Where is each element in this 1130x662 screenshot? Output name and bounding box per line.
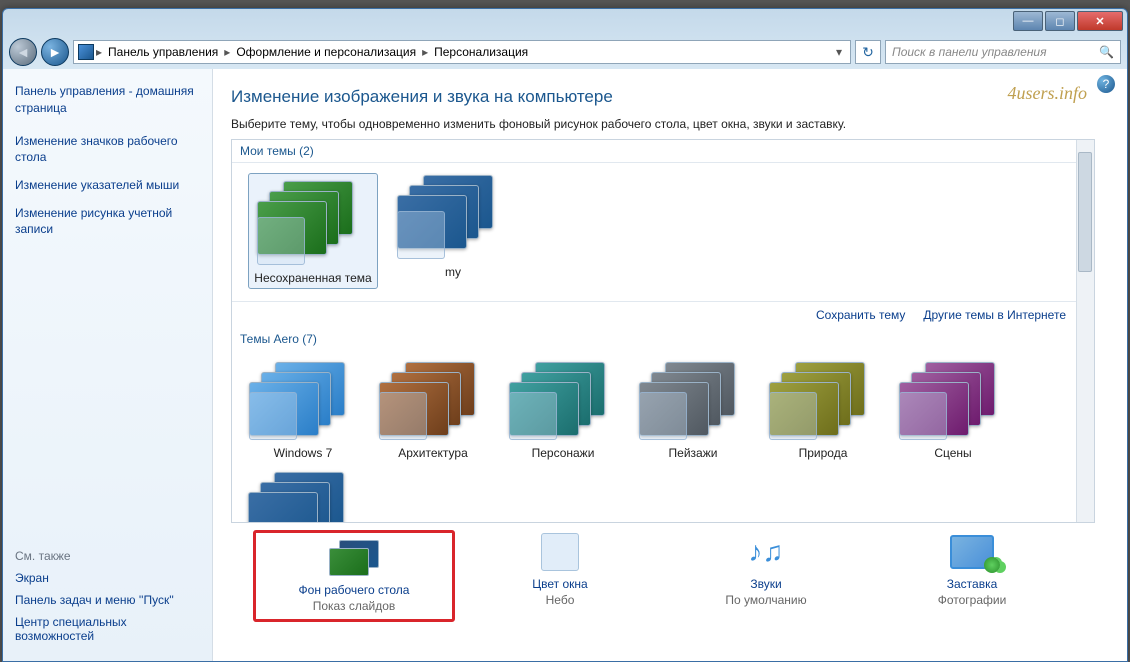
maximize-icon: ◻ xyxy=(1055,15,1064,28)
truncated-theme-row xyxy=(232,466,1094,523)
theme-thumbnail[interactable] xyxy=(248,470,356,523)
bottom-setting-color[interactable]: Цвет окна Небо xyxy=(460,531,660,621)
theme-thumbnail xyxy=(379,360,487,440)
back-button[interactable]: ◄ xyxy=(9,38,37,66)
bottom-setting-sound[interactable]: ♪♫ Звуки По умолчанию xyxy=(666,531,866,621)
setting-subtitle: Фотографии xyxy=(872,593,1072,607)
minimize-icon: — xyxy=(1023,15,1034,27)
theme-thumbnail xyxy=(899,360,1007,440)
help-icon[interactable]: ? xyxy=(1097,75,1115,93)
search-input[interactable]: Поиск в панели управления 🔍 xyxy=(885,40,1121,64)
theme-label: Пейзажи xyxy=(632,446,754,460)
window: — ◻ ✕ ◄ ► ▸ Панель управления ▸ Оформлен… xyxy=(2,8,1128,662)
theme-label: Архитектура xyxy=(372,446,494,460)
bottom-setting-screensaver[interactable]: Заставка Фотографии xyxy=(872,531,1072,621)
address-bar[interactable]: ▸ Панель управления ▸ Оформление и персо… xyxy=(73,40,851,64)
sidebar: Панель управления - домашняя страница Из… xyxy=(3,69,213,661)
content-body: Панель управления - домашняя страница Из… xyxy=(3,69,1127,661)
theme-thumbnail xyxy=(639,360,747,440)
theme-thumbnail xyxy=(257,179,369,265)
scrollbar[interactable] xyxy=(1076,140,1094,522)
chevron-right-icon: ▸ xyxy=(422,45,428,59)
theme-item[interactable]: my xyxy=(388,173,518,289)
breadcrumb-segment[interactable]: Персонализация xyxy=(430,45,532,59)
see-also-section: См. также Экран Панель задач и меню ''Пу… xyxy=(15,549,200,651)
location-icon xyxy=(78,44,94,60)
see-also-taskbar[interactable]: Панель задач и меню ''Пуск'' xyxy=(15,593,200,607)
theme-item[interactable]: Архитектура xyxy=(372,360,494,460)
theme-label: Природа xyxy=(762,446,884,460)
sidebar-link-mouse-pointers[interactable]: Изменение указателей мыши xyxy=(15,177,200,193)
setting-title: Цвет окна xyxy=(460,577,660,591)
theme-thumbnail xyxy=(397,173,509,259)
scrollbar-thumb[interactable] xyxy=(1078,152,1092,272)
aero-themes-row: Windows 7 Архитектура Персонажи Пейзажи Прир… xyxy=(232,350,1094,466)
setting-title: Фон рабочего стола xyxy=(258,583,450,597)
see-also-ease-of-access[interactable]: Центр специальных возможностей xyxy=(15,615,200,643)
minimize-button[interactable]: — xyxy=(1013,11,1043,31)
breadcrumb-segment[interactable]: Панель управления xyxy=(104,45,222,59)
chevron-right-icon: ▸ xyxy=(96,45,102,59)
theme-label: Персонажи xyxy=(502,446,624,460)
setting-title: Заставка xyxy=(872,577,1072,591)
close-button[interactable]: ✕ xyxy=(1077,11,1123,31)
theme-label: Несохраненная тема xyxy=(252,271,374,285)
setting-subtitle: Небо xyxy=(460,593,660,607)
theme-thumbnail xyxy=(249,360,357,440)
aero-themes-header: Темы Aero (7) xyxy=(232,328,1094,350)
aero-group: Сохранить тему Другие темы в Интернете Т… xyxy=(232,301,1094,523)
close-icon: ✕ xyxy=(1095,15,1104,28)
theme-item[interactable]: Пейзажи xyxy=(632,360,754,460)
forward-button[interactable]: ► xyxy=(41,38,69,66)
theme-thumbnail xyxy=(769,360,877,440)
see-also-display[interactable]: Экран xyxy=(15,571,200,585)
screensaver-icon xyxy=(950,535,994,569)
sound-icon: ♪♫ xyxy=(749,536,784,568)
theme-item[interactable]: Персонажи xyxy=(502,360,624,460)
theme-actions: Сохранить тему Другие темы в Интернете xyxy=(232,302,1094,328)
search-placeholder: Поиск в панели управления xyxy=(892,45,1047,59)
nav-row: ◄ ► ▸ Панель управления ▸ Оформление и п… xyxy=(3,35,1127,69)
address-dropdown[interactable]: ▾ xyxy=(832,45,846,59)
my-themes-row: Несохраненная тема my xyxy=(232,163,1094,295)
refresh-button[interactable]: ↻ xyxy=(855,40,881,64)
search-icon: 🔍 xyxy=(1099,45,1114,59)
my-themes-header: Мои темы (2) xyxy=(232,140,1094,163)
theme-label: Windows 7 xyxy=(242,446,364,460)
watermark: 4users.info xyxy=(1007,83,1087,104)
theme-thumbnail xyxy=(509,360,617,440)
theme-label: Сцены xyxy=(892,446,1014,460)
see-also-header: См. также xyxy=(15,549,200,563)
sidebar-link-account-picture[interactable]: Изменение рисунка учетной записи xyxy=(15,205,200,237)
control-panel-home-link[interactable]: Панель управления - домашняя страница xyxy=(15,83,200,117)
breadcrumb-segment[interactable]: Оформление и персонализация xyxy=(232,45,420,59)
page-subtitle: Выберите тему, чтобы одновременно измени… xyxy=(231,117,1117,131)
page-title: Изменение изображения и звука на компьют… xyxy=(231,87,1117,107)
theme-item[interactable]: Windows 7 xyxy=(242,360,364,460)
save-theme-link[interactable]: Сохранить тему xyxy=(816,308,905,322)
theme-item[interactable]: Природа xyxy=(762,360,884,460)
color-icon xyxy=(541,533,579,571)
titlebar: — ◻ ✕ xyxy=(3,9,1127,35)
setting-title: Звуки xyxy=(666,577,866,591)
theme-item[interactable]: Несохраненная тема xyxy=(248,173,378,289)
theme-item[interactable]: Сцены xyxy=(892,360,1014,460)
sidebar-link-desktop-icons[interactable]: Изменение значков рабочего стола xyxy=(15,133,200,165)
main-panel: ? 4users.info Изменение изображения и зв… xyxy=(213,69,1127,661)
maximize-button[interactable]: ◻ xyxy=(1045,11,1075,31)
themes-panel: Мои темы (2) Несохраненная тема my Сохран… xyxy=(231,139,1095,523)
more-themes-link[interactable]: Другие темы в Интернете xyxy=(923,308,1066,322)
setting-subtitle: Показ слайдов xyxy=(258,599,450,613)
bottom-settings-row: Фон рабочего стола Показ слайдов Цвет окна… xyxy=(231,523,1095,621)
bottom-setting-desktop[interactable]: Фон рабочего стола Показ слайдов xyxy=(254,531,454,621)
desktop-icon xyxy=(325,538,383,578)
setting-subtitle: По умолчанию xyxy=(666,593,866,607)
theme-label: my xyxy=(388,265,518,279)
chevron-right-icon: ▸ xyxy=(224,45,230,59)
